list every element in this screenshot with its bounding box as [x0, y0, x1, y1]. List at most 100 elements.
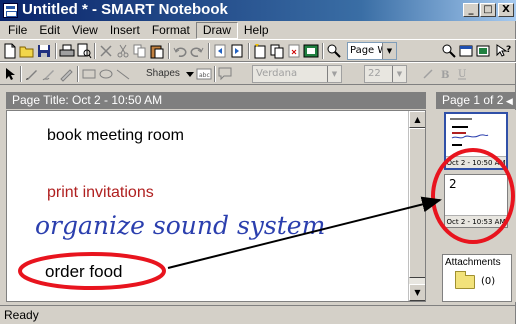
page-scrollbar[interactable]: ▲ ▼	[408, 111, 425, 301]
page-1-caption: Oct 2 - 10:50 AM	[446, 156, 506, 168]
text-icon[interactable]: abc	[196, 66, 212, 82]
scroll-down-icon[interactable]: ▼	[409, 284, 425, 301]
rectangle-icon[interactable]	[81, 66, 97, 82]
separator	[248, 43, 250, 59]
page-thumbnail-2[interactable]: 2 Oct 2 - 10:53 AM	[444, 174, 508, 228]
comment-icon[interactable]	[217, 66, 233, 82]
cut-icon[interactable]	[115, 43, 131, 59]
menu-insert[interactable]: Insert	[104, 22, 146, 39]
drawing-toolbar: Shapes abc Verdana ▼ 22 ▼ B U	[0, 62, 516, 85]
window-title: Untitled * - SMART Notebook	[22, 1, 228, 18]
eraser-icon[interactable]	[58, 66, 74, 82]
menu-help[interactable]: Help	[238, 22, 275, 39]
chevron-left-icon[interactable]: ◀	[503, 96, 513, 106]
separator	[208, 43, 210, 59]
maximize-button[interactable]: □	[480, 3, 496, 17]
handwriting-organize-sound-system[interactable]: organize sound system	[35, 211, 325, 240]
paste-icon[interactable]	[149, 43, 165, 59]
bold-icon[interactable]: B	[437, 66, 453, 82]
attachments-panel[interactable]: Attachments (0)	[442, 254, 512, 302]
screen-capture-icon[interactable]	[303, 43, 319, 59]
status-bar: Ready	[0, 305, 516, 324]
next-page-icon[interactable]	[229, 43, 245, 59]
scroll-thumb[interactable]	[409, 128, 425, 278]
notebook-window: Untitled * - SMART Notebook _ □ X File E…	[0, 0, 516, 324]
status-text: Ready	[4, 308, 39, 322]
fit-screen-icon[interactable]	[458, 43, 474, 59]
undo-icon[interactable]	[172, 43, 188, 59]
minimize-button[interactable]: _	[463, 3, 479, 17]
zoom-icon[interactable]	[326, 43, 342, 59]
svg-text:?: ?	[506, 45, 511, 55]
separator	[168, 43, 170, 59]
underline-icon[interactable]: U	[454, 66, 470, 82]
page-thumbnail-1[interactable]: Oct 2 - 10:50 AM	[444, 112, 508, 170]
separator	[214, 66, 216, 82]
separator	[77, 66, 79, 82]
color-pen-icon[interactable]	[420, 66, 436, 82]
folder-icon[interactable]	[455, 271, 475, 289]
font-size-value: 22	[368, 68, 381, 79]
open-icon[interactable]	[19, 43, 35, 59]
menu-edit[interactable]: Edit	[33, 22, 66, 39]
delete-page-icon[interactable]	[286, 43, 302, 59]
chevron-down-icon[interactable]: ▼	[327, 66, 341, 82]
page-2-number: 2	[449, 177, 457, 191]
svg-text:U: U	[458, 69, 466, 80]
font-value: Verdana	[256, 68, 298, 79]
pen-icon[interactable]	[24, 66, 40, 82]
page-count-header: Page 1 of 2 ◀	[436, 92, 516, 109]
menu-file[interactable]: File	[2, 22, 33, 39]
creative-pen-icon[interactable]	[41, 66, 57, 82]
scroll-up-icon[interactable]: ▲	[409, 111, 425, 128]
attachments-count: (0)	[481, 276, 496, 287]
full-screen-icon[interactable]	[475, 43, 491, 59]
chevron-down-icon[interactable]: ▼	[392, 66, 406, 82]
separator	[322, 43, 324, 59]
clone-page-icon[interactable]	[269, 43, 285, 59]
page-2-caption: Oct 2 - 10:53 AM	[445, 215, 507, 227]
attachments-label: Attachments	[445, 257, 501, 268]
separator	[20, 66, 22, 82]
new-icon[interactable]	[2, 43, 18, 59]
notebook-page[interactable]: book meeting room print invitations orga…	[6, 110, 426, 302]
page-title: Page Title: Oct 2 - 10:50 AM	[6, 92, 426, 109]
line-icon[interactable]	[115, 66, 131, 82]
note-order-food[interactable]: order food	[45, 262, 123, 282]
standard-toolbar: Page Wic ▼ ?	[0, 39, 516, 62]
menu-bar: File Edit View Insert Format Draw Help	[0, 21, 516, 39]
help-icon[interactable]: ?	[495, 43, 511, 59]
previous-page-icon[interactable]	[212, 43, 228, 59]
svg-text:abc: abc	[199, 72, 210, 79]
font-size-select[interactable]: 22 ▼	[364, 65, 407, 83]
ellipse-icon[interactable]	[98, 66, 114, 82]
chevron-down-icon[interactable]: ▼	[382, 43, 396, 59]
copy-icon[interactable]	[132, 43, 148, 59]
menu-format[interactable]: Format	[146, 22, 196, 39]
separator	[55, 43, 57, 59]
print-preview-icon[interactable]	[76, 43, 92, 59]
print-icon[interactable]	[59, 43, 75, 59]
select-icon[interactable]	[2, 66, 18, 82]
note-print-invitations[interactable]: print invitations	[47, 184, 154, 202]
app-icon[interactable]	[3, 3, 18, 18]
close-button[interactable]: X	[498, 3, 514, 17]
magnify-icon[interactable]	[441, 43, 457, 59]
chevron-down-icon[interactable]	[182, 66, 196, 82]
font-select[interactable]: Verdana ▼	[252, 65, 342, 83]
shapes-menu[interactable]: Shapes	[146, 66, 180, 82]
menu-view[interactable]: View	[66, 22, 104, 39]
page-count: Page 1 of 2	[442, 93, 504, 107]
separator	[94, 43, 96, 59]
thumbnail-preview	[450, 118, 489, 146]
save-icon[interactable]	[36, 43, 52, 59]
insert-page-icon[interactable]	[252, 43, 268, 59]
svg-text:B: B	[441, 70, 449, 81]
delete-x-icon[interactable]	[98, 43, 114, 59]
redo-icon[interactable]	[189, 43, 205, 59]
page-sorter: Oct 2 - 10:50 AM 2 Oct 2 - 10:53 AM Atta…	[436, 110, 516, 302]
title-bar[interactable]: Untitled * - SMART Notebook _ □ X	[0, 0, 516, 21]
menu-draw[interactable]: Draw	[195, 21, 238, 39]
zoom-select[interactable]: Page Wic ▼	[347, 42, 397, 60]
note-book-meeting-room[interactable]: book meeting room	[47, 127, 184, 145]
